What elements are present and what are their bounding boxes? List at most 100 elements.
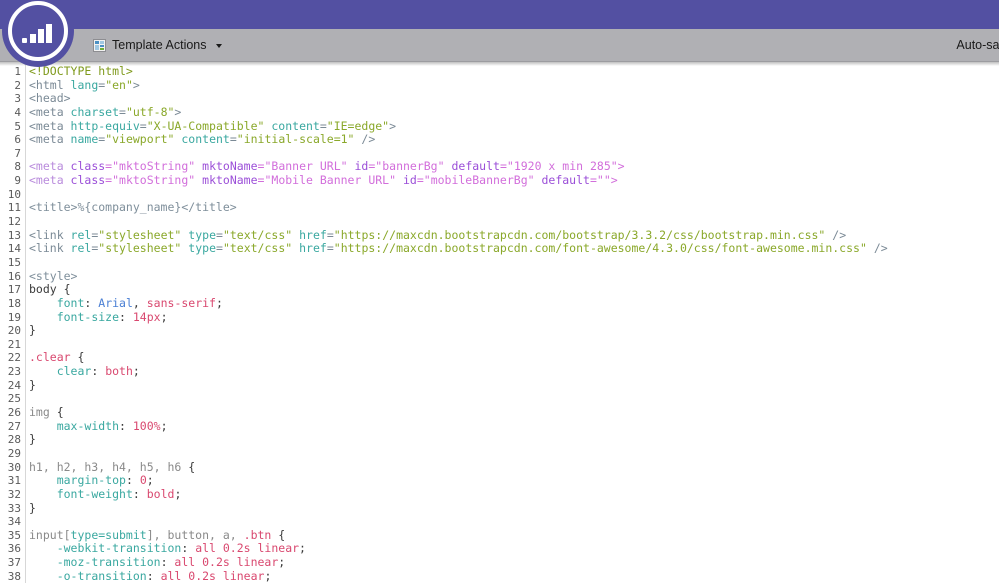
line-number: 7 xyxy=(14,146,21,160)
line-number: 1 xyxy=(14,65,21,78)
line-number: 24 xyxy=(7,378,21,392)
code-token: "mobileBannerBg" xyxy=(423,173,535,188)
line-number: 36 xyxy=(7,542,21,556)
code-token: Arial xyxy=(98,295,133,310)
toolbar-left-group: Template Actions xyxy=(88,36,227,55)
line-number: 37 xyxy=(7,556,21,570)
code-line: } xyxy=(29,323,999,338)
line-number: 33 xyxy=(7,501,21,515)
code-token: = xyxy=(216,241,223,256)
code-token: .clear xyxy=(29,350,71,365)
code-token: -webkit-transition xyxy=(56,541,182,556)
code-token: "Mobile Banner URL" xyxy=(264,173,397,188)
template-actions-menu[interactable]: Template Actions xyxy=(88,36,227,55)
line-number: 15 xyxy=(7,255,21,269)
code-token: /> xyxy=(354,132,376,147)
app-top-bar xyxy=(0,0,999,29)
code-line: <link rel="stylesheet" type="text/css" h… xyxy=(29,242,999,256)
code-token: : xyxy=(84,295,99,310)
line-number: 11 xyxy=(7,201,21,215)
code-token: "initial-scale=1" xyxy=(236,132,355,147)
line-number: 4 xyxy=(14,105,21,119)
code-token: <meta xyxy=(29,159,71,174)
code-token: > xyxy=(132,77,140,92)
code-token: : xyxy=(91,364,106,379)
code-token: ; xyxy=(132,364,140,379)
code-line: <head> xyxy=(29,91,999,106)
code-token: : xyxy=(181,541,196,556)
code-token: ; xyxy=(264,568,272,583)
logo-bar-chart-icon xyxy=(22,23,56,43)
code-token: { xyxy=(271,527,286,542)
editor-toolbar: Template Actions Auto-saved: M xyxy=(0,29,999,62)
code-token: bold xyxy=(146,486,175,501)
code-token: = xyxy=(229,132,237,147)
line-number: 21 xyxy=(7,337,21,351)
code-line: body { xyxy=(29,282,999,297)
line-number: 6 xyxy=(14,133,21,147)
code-token: name xyxy=(70,132,99,147)
code-token: = xyxy=(119,104,126,119)
code-token: font xyxy=(56,295,85,310)
line-number: 25 xyxy=(7,392,21,406)
code-line: -o-transition: all 0.2s linear; xyxy=(29,568,999,583)
code-token: , xyxy=(132,295,147,310)
code-line: <style> xyxy=(29,269,999,284)
code-token: input[ xyxy=(29,527,71,542)
code-token: } xyxy=(29,432,36,447)
code-token: > xyxy=(389,118,397,133)
code-token: ; xyxy=(146,473,154,488)
code-token: = xyxy=(139,118,147,133)
code-token: h1, h2, h3, h4, h5, h6 xyxy=(29,459,182,474)
code-line: <meta charset="utf-8"> xyxy=(29,104,999,120)
code-token: sans-serif xyxy=(146,295,216,310)
code-token: .btn xyxy=(243,527,272,542)
code-token: http-equiv xyxy=(70,118,140,133)
code-token: id xyxy=(402,173,417,188)
code-token: : xyxy=(119,309,133,324)
code-token: = xyxy=(499,159,507,174)
code-token: body { xyxy=(29,282,71,297)
line-number: 34 xyxy=(7,515,21,529)
line-number: 30 xyxy=(7,460,21,474)
code-token: max-width xyxy=(56,418,120,433)
code-token: "text/css" xyxy=(222,241,293,256)
code-editor[interactable]: 1 2 3 4 5 6 7 8 9 10 11 12 13 14 15 16 17 18 19 20 21 22 23 24 2… xyxy=(0,62,999,583)
line-number: 35 xyxy=(7,528,21,542)
autosave-status: Auto-saved: M xyxy=(956,38,999,52)
code-token: mktoName xyxy=(202,173,258,188)
code-line: font-weight: bold; xyxy=(29,486,999,502)
code-token: ; xyxy=(278,555,286,570)
code-token: font-weight xyxy=(56,486,133,501)
code-token: type xyxy=(188,227,216,242)
template-editor-page: Template Actions Auto-saved: M 123456789… xyxy=(0,0,999,583)
code-token: all 0.2s linear xyxy=(174,555,279,570)
code-token: { xyxy=(181,459,196,474)
code-line: -moz-transition: all 0.2s linear; xyxy=(29,555,999,570)
line-number: 32 xyxy=(7,487,21,501)
code-line: <!DOCTYPE html> xyxy=(29,64,999,79)
code-content[interactable]: <!DOCTYPE html> <html lang="en"> <head> <me… xyxy=(29,62,999,583)
code-token: } xyxy=(29,500,36,515)
code-token: /> xyxy=(866,241,888,256)
code-line: font: Arial, sans-serif; xyxy=(29,295,999,311)
code-token: mktoName xyxy=(202,159,258,174)
code-token: > xyxy=(174,104,182,119)
code-token: "stylesheet" xyxy=(98,227,182,242)
code-token: = xyxy=(589,173,597,188)
code-token: clear xyxy=(56,364,92,379)
code-token: <meta xyxy=(29,104,71,119)
code-token: <link xyxy=(29,241,71,256)
code-token: margin-top xyxy=(56,473,126,488)
code-token: : xyxy=(132,486,147,501)
code-token: : xyxy=(160,555,175,570)
code-token: href xyxy=(299,241,327,256)
line-number: 27 xyxy=(7,419,21,433)
